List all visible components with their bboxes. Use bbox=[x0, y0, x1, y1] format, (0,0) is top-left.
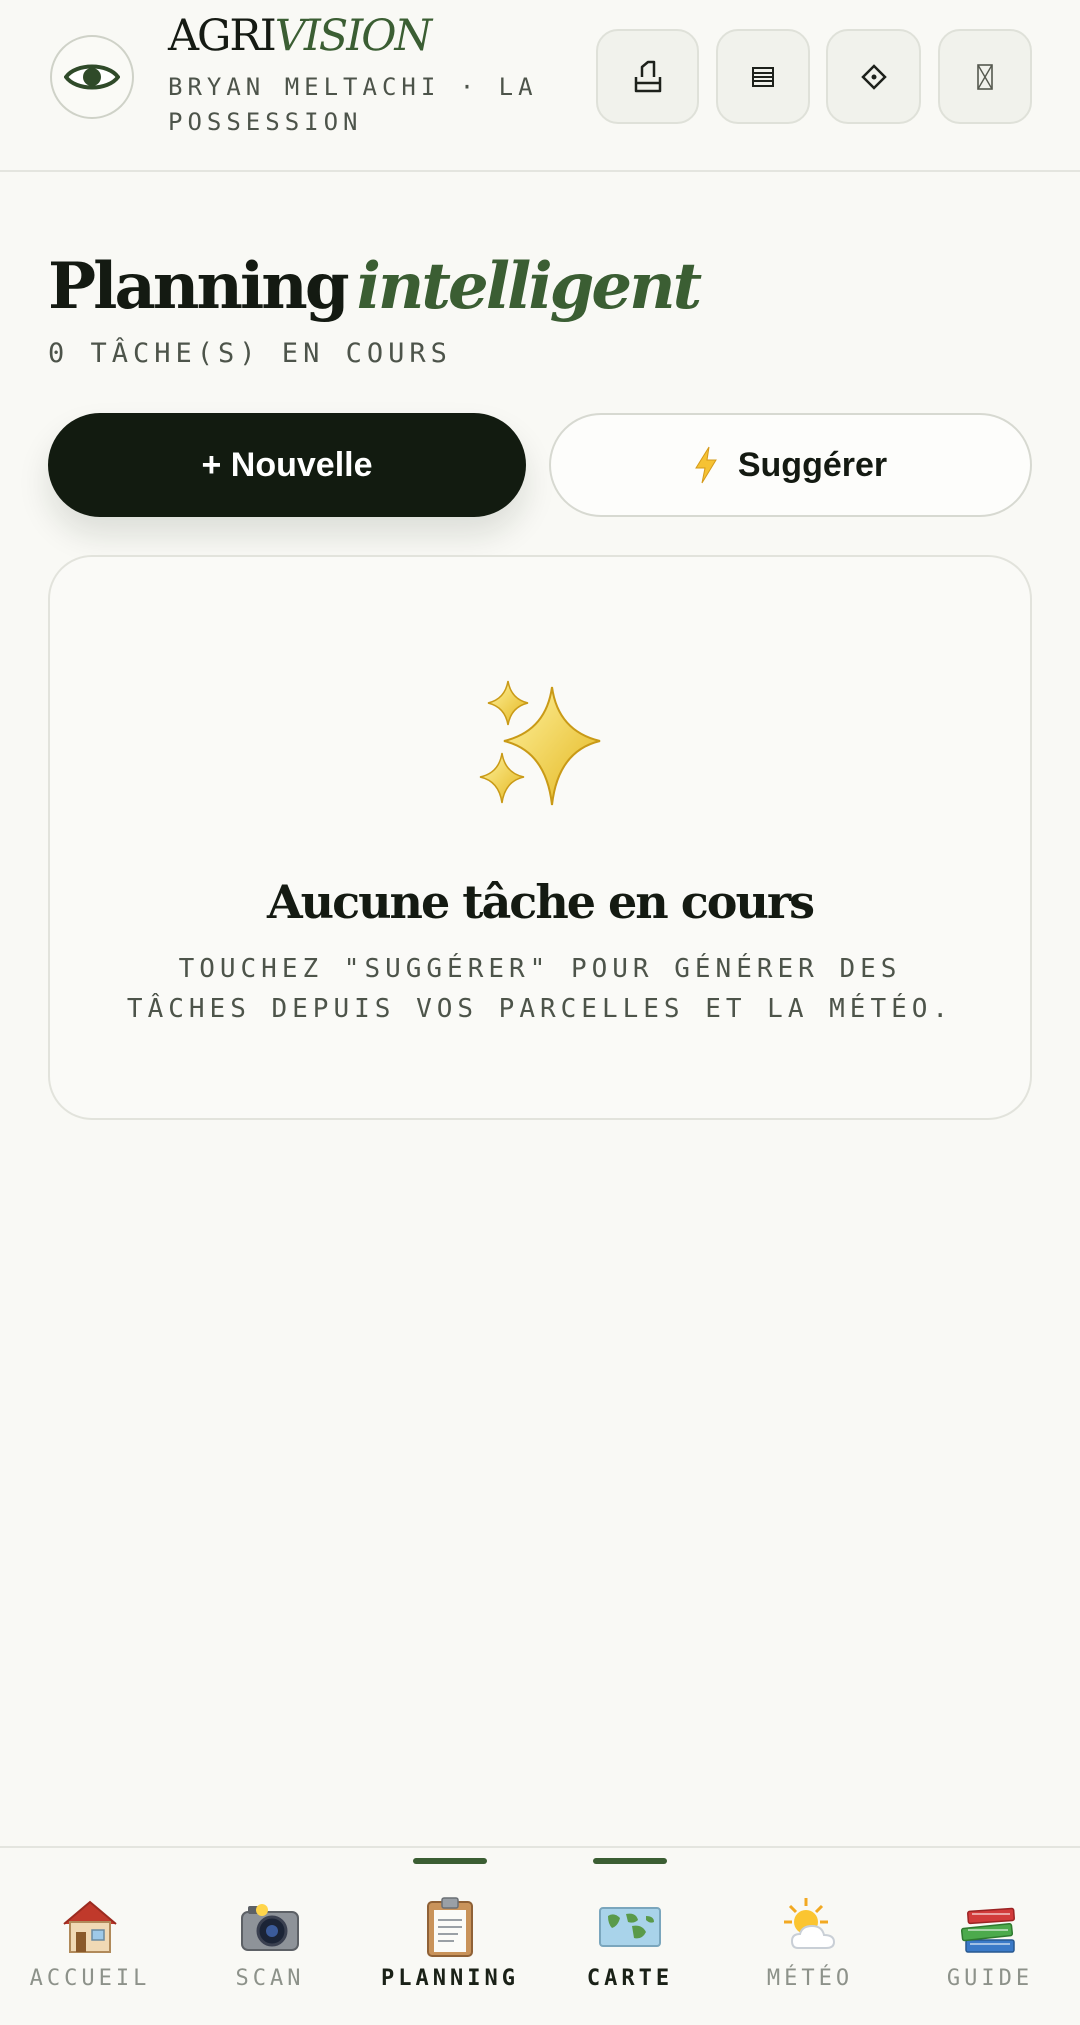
bottom-nav: ACCUEIL SCAN PLANNING CARTE MÉTÉO GUIDE bbox=[0, 1846, 1080, 2025]
nav-item-planning[interactable]: PLANNING bbox=[360, 1848, 540, 2025]
app: AGRIVISION BRYAN MELTACHI · LA POSSESSIO… bbox=[0, 0, 1080, 2025]
export-icon bbox=[634, 60, 661, 92]
user-location: BRYAN MELTACHI · LA POSSESSION bbox=[168, 73, 538, 136]
logo-badge[interactable] bbox=[50, 35, 134, 119]
app-header: AGRIVISION BRYAN MELTACHI · LA POSSESSIO… bbox=[0, 0, 1080, 172]
placeholder-glyph-icon bbox=[977, 63, 993, 90]
nav-item-guide[interactable]: GUIDE bbox=[900, 1848, 1080, 2025]
lightning-icon bbox=[694, 446, 718, 484]
export-button[interactable] bbox=[596, 29, 699, 124]
house-icon bbox=[63, 1900, 117, 1953]
list-icon bbox=[752, 66, 774, 87]
books-icon bbox=[960, 1907, 1015, 1953]
new-task-label: + Nouvelle bbox=[201, 445, 373, 484]
nav-label: CARTE bbox=[586, 1966, 674, 1991]
sparkles-icon bbox=[479, 680, 601, 806]
active-indicator bbox=[593, 1858, 667, 1864]
nav-label: ACCUEIL bbox=[29, 1966, 151, 1991]
list-button[interactable] bbox=[716, 29, 810, 124]
weather-icon bbox=[784, 1898, 836, 1949]
map-icon bbox=[599, 1907, 661, 1947]
brand-part-2: VISION bbox=[274, 11, 432, 61]
empty-state-description: TOUCHEZ "SUGGÉRER" POUR GÉNÉRER DES TÂCH… bbox=[126, 954, 954, 1024]
brand-name: AGRIVISION bbox=[168, 11, 432, 61]
diamond-icon bbox=[860, 63, 887, 90]
brand-part-1: AGRI bbox=[168, 11, 277, 61]
empty-state-title: Aucune tâche en cours bbox=[266, 875, 815, 929]
page-title: Planning intelligent bbox=[48, 248, 703, 326]
eye-icon bbox=[64, 64, 120, 90]
suggest-button[interactable]: Suggérer bbox=[549, 413, 1032, 517]
nav-item-accueil[interactable]: ACCUEIL bbox=[0, 1848, 180, 2025]
page-title-accent: intelligent bbox=[356, 249, 703, 324]
nav-label: SCAN bbox=[235, 1966, 305, 1991]
suggest-label: Suggérer bbox=[737, 445, 888, 484]
nav-item-carte[interactable]: CARTE bbox=[540, 1848, 720, 2025]
nav-item-scan[interactable]: SCAN bbox=[180, 1848, 360, 2025]
nav-item-meteo[interactable]: MÉTÉO bbox=[720, 1848, 900, 2025]
more-button[interactable] bbox=[938, 29, 1032, 124]
active-indicator bbox=[413, 1858, 487, 1864]
nav-label: PLANNING bbox=[381, 1966, 519, 1991]
nav-label: GUIDE bbox=[946, 1966, 1034, 1991]
camera-icon bbox=[241, 1904, 299, 1951]
nav-label: MÉTÉO bbox=[766, 1966, 854, 1991]
clipboard-icon bbox=[427, 1897, 473, 1957]
empty-state-card: Aucune tâche en cours TOUCHEZ "SUGGÉRER"… bbox=[48, 555, 1032, 1120]
new-task-button[interactable]: + Nouvelle bbox=[48, 413, 526, 517]
page-title-main: Planning bbox=[48, 249, 350, 324]
diamond-button[interactable] bbox=[826, 29, 921, 124]
task-count: 0 TÂCHE(S) EN COURS bbox=[48, 338, 452, 369]
